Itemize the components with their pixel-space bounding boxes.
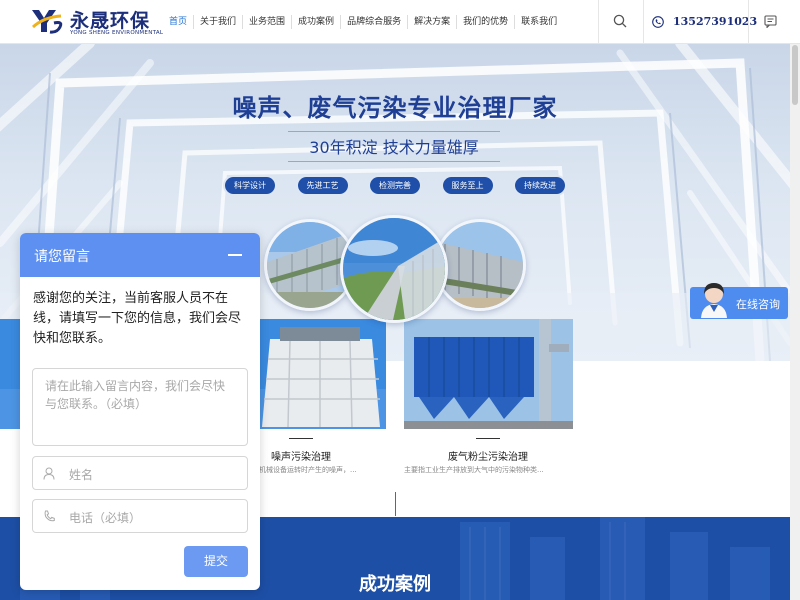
nav-contact[interactable]: 联系我们 — [515, 15, 563, 29]
panel-header: 请您留言 — [20, 233, 260, 277]
phone-field[interactable]: 电话（必填） — [32, 499, 248, 533]
nav-about[interactable]: 关于我们 — [194, 14, 244, 29]
hero-title: 噪声、废气污染专业治理厂家 — [232, 94, 558, 122]
name-placeholder: 姓名 — [69, 468, 94, 482]
tag-item: 持续改进 — [515, 177, 565, 194]
scrollbar-thumb[interactable] — [792, 45, 798, 105]
hero-image-center — [340, 215, 448, 323]
tag-item: 科学设计 — [225, 177, 275, 194]
nav-advantages[interactable]: 我们的优势 — [457, 14, 516, 29]
product-divider — [476, 438, 500, 439]
agent-avatar — [698, 280, 730, 318]
message-icon — [764, 15, 777, 28]
logo-subtext: YONG SHENG ENVIRONMENTAL — [70, 30, 164, 36]
nav-cases[interactable]: 成功案例 — [292, 14, 342, 29]
product-desc-noise: 指机械设备运转时产生的噪声，... — [252, 466, 357, 474]
product-desc-dust: 主要指工业生产排放到大气中的污染物种类... — [404, 466, 544, 474]
tag-item: 服务至上 — [442, 177, 493, 194]
online-consult-button[interactable]: 在线咨询 — [690, 283, 788, 319]
submit-button[interactable]: 提交 — [184, 546, 248, 577]
logo[interactable]: 永晟环保 YONG SHENG ENVIRONMENTAL — [30, 4, 163, 38]
hero-subtitle: 30年积淀 技术力量雄厚 — [288, 131, 500, 162]
phone-icon — [652, 15, 664, 28]
main-nav: 首页 关于我们 业务范围 成功案例 品牌综合服务 解决方案 我们的优势 联系我们 — [163, 0, 563, 43]
phone-icon — [44, 510, 55, 522]
product-image-dust[interactable] — [404, 319, 573, 429]
tag-item: 检测完善 — [370, 177, 420, 194]
search-icon — [613, 14, 627, 28]
consult-label: 在线咨询 — [736, 298, 780, 311]
site-header: 永晟环保 YONG SHENG ENVIRONMENTAL 首页 关于我们 业务… — [0, 0, 800, 44]
phone-placeholder: 电话（必填） — [69, 511, 142, 525]
nav-home[interactable]: 首页 — [163, 14, 195, 29]
user-icon — [43, 467, 55, 480]
page-scrollbar[interactable] — [790, 43, 800, 600]
hero-tags: 科学设计 先进工艺 检测完善 服务至上 持续改进 — [225, 177, 565, 194]
panel-title: 请您留言 — [34, 249, 90, 265]
logo-mark-icon — [31, 10, 63, 34]
logo-text: 永晟环保 — [70, 10, 151, 32]
message-textarea[interactable]: 请在此输入留言内容，我们会尽快与您联系。（必填） — [32, 368, 248, 446]
nav-business[interactable]: 业务范围 — [243, 14, 293, 29]
message-panel: 请您留言 感谢您的关注，当前客服人员不在线，请填写一下您的信息，我们会尽快和您联… — [20, 233, 260, 590]
message-button[interactable] — [748, 0, 800, 43]
phone-contact[interactable]: 13527391023 — [652, 0, 757, 43]
product-divider — [289, 438, 313, 439]
minimize-icon[interactable] — [228, 254, 242, 256]
product-title-dust[interactable]: 废气粉尘污染治理 — [408, 448, 568, 463]
name-field[interactable]: 姓名 — [32, 456, 248, 490]
phone-number: 13527391023 — [673, 15, 758, 28]
nav-brand-service[interactable]: 品牌综合服务 — [341, 14, 409, 29]
nav-solutions[interactable]: 解决方案 — [408, 14, 458, 29]
panel-intro-text: 感谢您的关注，当前客服人员不在线，请填写一下您的信息，我们会尽快和您联系。 — [33, 291, 242, 346]
search-button[interactable] — [598, 0, 644, 43]
section-divider — [395, 492, 396, 516]
tag-item: 先进工艺 — [297, 177, 348, 194]
